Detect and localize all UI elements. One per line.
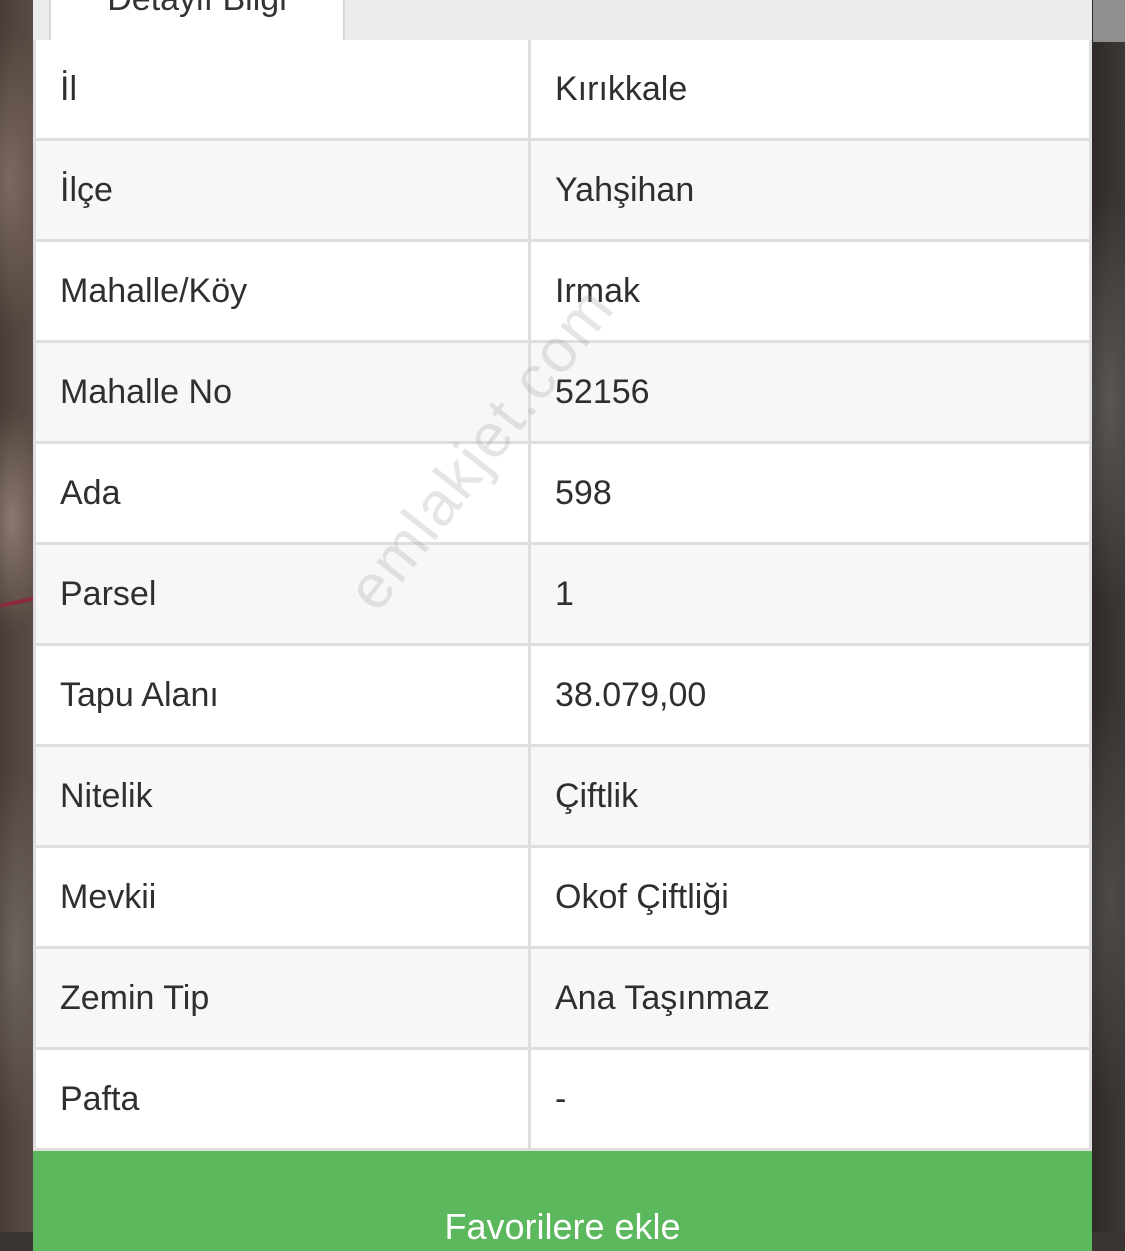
table-row: Parsel 1 <box>33 545 1092 646</box>
tab-bar: Detaylı Bilgi <box>33 0 1092 42</box>
detail-table: İl Kırıkkale İlçe Yahşihan Mahalle/Köy I… <box>33 40 1092 1151</box>
row-value: Irmak <box>531 242 1092 343</box>
row-key: Parsel <box>33 545 531 646</box>
row-value: Kırıkkale <box>531 40 1092 141</box>
row-key: Mahalle/Köy <box>33 242 531 343</box>
row-key: İl <box>33 40 531 141</box>
row-key: Tapu Alanı <box>33 646 531 747</box>
table-row: Nitelik Çiftlik <box>33 747 1092 848</box>
row-key: Mevkii <box>33 848 531 949</box>
table-row: Zemin Tip Ana Taşınmaz <box>33 949 1092 1050</box>
table-row: Tapu Alanı 38.079,00 <box>33 646 1092 747</box>
table-row: Pafta - <box>33 1050 1092 1151</box>
table-row: Mevkii Okof Çiftliği <box>33 848 1092 949</box>
row-value: 1 <box>531 545 1092 646</box>
row-value: 38.079,00 <box>531 646 1092 747</box>
row-key: Mahalle No <box>33 343 531 444</box>
table-row: İlçe Yahşihan <box>33 141 1092 242</box>
row-key: Nitelik <box>33 747 531 848</box>
table-row: Ada 598 <box>33 444 1092 545</box>
add-to-favorites-button[interactable]: Favorilere ekle <box>33 1151 1092 1251</box>
row-value: Çiftlik <box>531 747 1092 848</box>
row-value: 598 <box>531 444 1092 545</box>
tab-details-label: Detaylı Bilgi <box>51 0 343 19</box>
table-row: Mahalle No 52156 <box>33 343 1092 444</box>
row-value: Okof Çiftliği <box>531 848 1092 949</box>
table-row: Mahalle/Köy Irmak <box>33 242 1092 343</box>
detail-panel: Detaylı Bilgi İl Kırıkkale İlçe Yahşihan… <box>33 0 1092 1251</box>
tab-details[interactable]: Detaylı Bilgi <box>49 0 345 40</box>
row-value: Ana Taşınmaz <box>531 949 1092 1050</box>
row-key: Zemin Tip <box>33 949 531 1050</box>
table-row: İl Kırıkkale <box>33 40 1092 141</box>
row-key: İlçe <box>33 141 531 242</box>
row-key: Ada <box>33 444 531 545</box>
scrollbar-thumb[interactable] <box>1093 0 1125 42</box>
row-value: - <box>531 1050 1092 1151</box>
row-value: Yahşihan <box>531 141 1092 242</box>
row-value: 52156 <box>531 343 1092 444</box>
row-key: Pafta <box>33 1050 531 1151</box>
